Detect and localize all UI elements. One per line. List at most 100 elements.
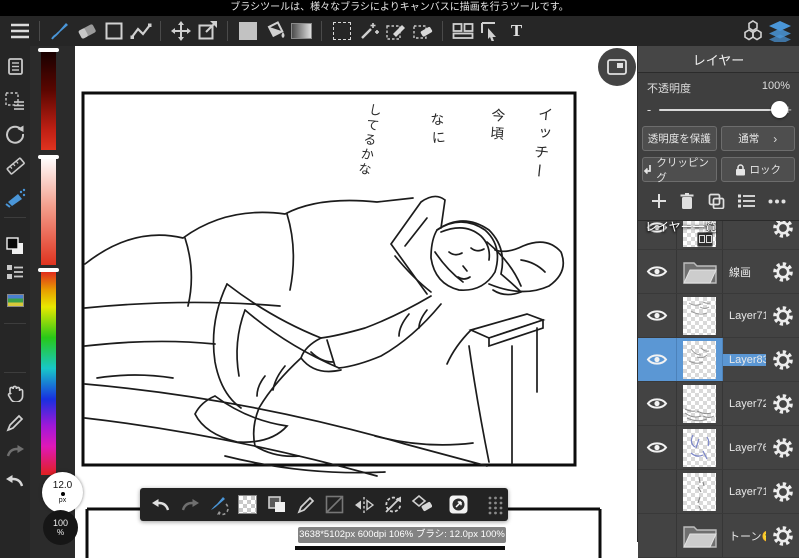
more-icon[interactable] [768,199,786,204]
toolbar-separator [442,21,443,41]
airbrush-button[interactable] [0,188,30,208]
gradient-tool-button[interactable] [288,17,315,45]
mini-palette-button[interactable] [0,294,30,307]
brush-opacity-indicator[interactable]: 100 % [43,510,78,545]
layer-visibility-toggle[interactable] [638,250,677,293]
layer-menu-icon[interactable] [737,194,755,208]
layer-settings-button[interactable] [766,221,799,249]
magic-wand-button[interactable] [355,17,382,45]
layer-row[interactable]: Layer71 [638,470,799,514]
layer-visibility-toggle[interactable] [638,338,677,381]
duplicate-layer-icon[interactable] [708,193,725,209]
opacity-minus[interactable]: - [644,102,654,117]
delete-layer-icon[interactable] [680,193,694,209]
saturation-slider-handle[interactable] [38,155,59,159]
shortcut-button[interactable] [444,491,473,519]
brush-tool-button[interactable] [46,17,73,45]
lock-button[interactable]: ロック [720,157,795,182]
redo-button[interactable] [0,444,30,458]
fg-bg-color-button[interactable] [0,236,30,256]
add-layer-icon[interactable] [651,193,667,209]
brush-opacity-unit: % [56,528,65,537]
redo-icon [181,498,199,510]
layer-settings-button[interactable] [766,470,799,513]
transparent-color-button[interactable] [233,491,262,519]
stylus-icon [296,496,314,514]
reset-rotation-button[interactable] [378,491,407,519]
clear-icon [411,495,432,512]
layers-panel-toggle[interactable] [766,17,793,45]
move-tool-button[interactable] [167,17,194,45]
select-menu-icon [5,92,24,110]
stylus-tool-button[interactable] [0,414,30,432]
select-pen-button[interactable] [382,17,409,45]
layer-visibility-toggle[interactable] [638,294,677,337]
menu-button[interactable] [6,17,33,45]
folder-row[interactable]: 線画 [638,250,799,294]
no-correction-button[interactable] [320,491,349,519]
text-tool-button[interactable]: T [503,17,530,45]
select-menu-button[interactable] [0,92,30,110]
quick-redo-button[interactable] [175,491,204,519]
quick-undo-button[interactable] [146,491,175,519]
layer-settings-button[interactable] [766,338,799,381]
layer-settings-button[interactable] [766,294,799,337]
opacity-slider-track[interactable] [659,100,788,118]
rotate-canvas-button[interactable] [0,124,30,144]
layer-visibility-toggle[interactable] [638,514,677,557]
value-strip[interactable] [41,50,56,150]
layer-settings-button[interactable] [766,382,799,425]
minimap-toggle-button[interactable] [598,48,636,86]
layer-visibility-toggle[interactable] [638,382,677,425]
layer-row[interactable]: Layer71 [638,294,799,338]
hand-tool-button[interactable] [0,384,30,402]
duplicate-button[interactable] [262,491,291,519]
opacity-slider[interactable]: - + [638,98,799,123]
layer-visibility-toggle[interactable] [638,426,677,469]
color-swatch-button[interactable] [234,17,261,45]
operate-tool-button[interactable] [476,17,503,45]
clear-layer-button[interactable] [407,491,436,519]
toolbar-drag-handle[interactable] [481,491,510,519]
layer-settings-button[interactable] [766,426,799,469]
layer-settings-button[interactable] [766,250,799,293]
polyline-tool-button[interactable] [127,17,154,45]
shape-tool-button[interactable] [100,17,127,45]
layer-row[interactable]: Layer83 [638,338,799,382]
material-button[interactable] [739,17,766,45]
eraser-tool-button[interactable] [73,17,100,45]
gear-icon [772,393,793,414]
layer-visibility-toggle[interactable] [638,470,677,513]
brush-select-button[interactable] [204,491,233,519]
select-tool-button[interactable] [328,17,355,45]
select-eraser-button[interactable] [409,17,436,45]
reset-rotation-icon [384,496,401,513]
eye-icon [646,266,668,277]
canvas-status-bar: 3638*5102px 600dpi 106% ブラシ: 12.0px 100% [298,527,506,543]
hue-strip[interactable] [41,270,56,475]
layer-quick-list-button[interactable] [0,264,30,280]
saturation-strip[interactable] [41,157,56,265]
undo-button[interactable] [0,474,30,488]
story-pages-button[interactable] [0,58,30,76]
layer-row[interactable]: Layer72 [638,382,799,426]
eye-icon [646,310,668,321]
layer-settings-button[interactable] [766,514,799,557]
hue-slider-handle[interactable] [38,268,59,272]
clipping-button[interactable]: クリッピング [642,157,717,184]
panel-divide-button[interactable] [449,17,476,45]
value-slider-handle[interactable] [38,48,59,52]
minimap-icon [607,59,627,75]
opacity-slider-handle[interactable] [771,100,788,118]
stylus-pen-button[interactable] [291,491,320,519]
transform-tool-button[interactable] [194,17,221,45]
flip-horizontal-button[interactable] [349,491,378,519]
blend-mode-button[interactable]: 通常 › [720,126,795,151]
layer-row[interactable]: Layer76 [638,426,799,470]
bucket-tool-button[interactable] [261,17,288,45]
folder-row[interactable]: トーン🙂 [638,514,799,558]
ruler-button[interactable] [0,156,30,176]
move-icon [170,21,191,41]
brush-size-indicator[interactable]: 12.0 px [42,472,83,513]
protect-alpha-button[interactable]: 透明度を保護 [642,126,717,151]
